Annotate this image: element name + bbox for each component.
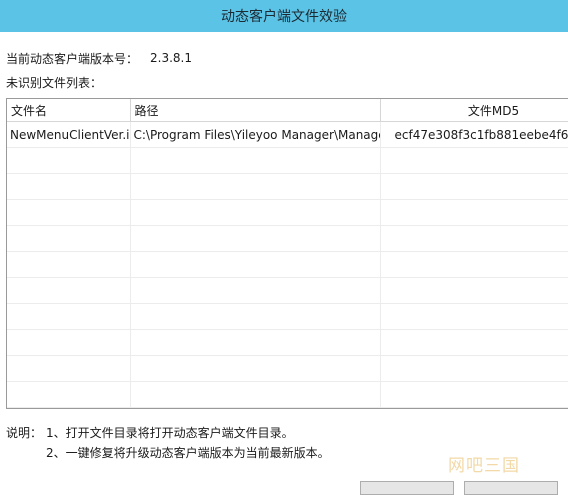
title-bar: 动态客户端文件效验 [0, 0, 568, 32]
table-row-empty [7, 355, 568, 382]
cell-md5: ecf47e308f3c1fb881eebe4f60c [380, 121, 568, 148]
watermark-logo: 网吧三国 [448, 456, 520, 476]
instruction-line-1: 1、打开文件目录将打开动态客户端文件目录。 [46, 426, 294, 440]
table-row-empty [7, 225, 568, 252]
version-value: 2.3.8.1 [150, 51, 192, 65]
table-row-empty [7, 199, 568, 226]
instructions: 说明： 1、打开文件目录将打开动态客户端文件目录。 2、一键修复将升级动态客户端… [6, 424, 330, 464]
column-header-md5[interactable]: 文件MD5 [380, 99, 568, 122]
table-row-empty [7, 381, 568, 408]
cell-path: C:\Program Files\Yileyoo Manager\Manager… [130, 121, 381, 148]
unrecognized-files-label: 未识别文件列表： [6, 76, 103, 90]
column-header-path[interactable]: 路径 [130, 99, 381, 122]
window-title: 动态客户端文件效验 [221, 9, 347, 25]
version-label: 当前动态客户端版本号： [6, 51, 139, 66]
table-row-empty [7, 303, 568, 330]
instruction-line-2: 2、一键修复将升级动态客户端版本为当前最新版本。 [46, 446, 330, 460]
table-row-empty [7, 173, 568, 200]
open-directory-button[interactable] [360, 481, 454, 495]
cell-filename: NewMenuClientVer.ini [7, 121, 131, 148]
table-row-empty [7, 251, 568, 278]
file-list-table[interactable]: 文件名 路径 文件MD5 NewMenuClientVer.ini C:\Pro… [6, 98, 568, 409]
table-row-empty [7, 329, 568, 356]
table-header-row: 文件名 路径 文件MD5 [7, 99, 568, 122]
one-click-repair-button[interactable] [464, 481, 558, 495]
column-header-filename[interactable]: 文件名 [7, 99, 131, 122]
version-row: 当前动态客户端版本号： 2.3.8.1 [6, 50, 192, 66]
table-row[interactable]: NewMenuClientVer.ini C:\Program Files\Yi… [7, 121, 568, 148]
instructions-label: 说明： [6, 426, 43, 440]
table-row-empty [7, 147, 568, 174]
table-row-empty [7, 407, 568, 408]
table-row-empty [7, 277, 568, 304]
